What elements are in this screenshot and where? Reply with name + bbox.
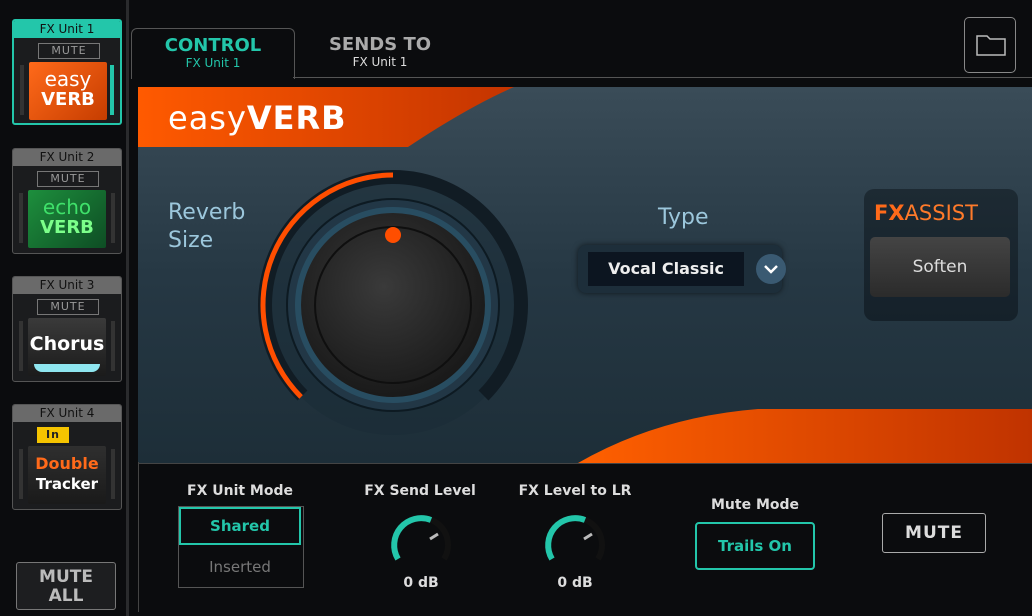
type-value: Vocal Classic <box>588 252 744 286</box>
chorus-thumbnail: Chorus <box>28 318 106 376</box>
chevron-down-icon[interactable] <box>756 254 786 284</box>
mute-indicator: MUTE <box>37 171 99 187</box>
thumbnail-wave <box>34 364 100 372</box>
level-meter <box>19 193 23 243</box>
thumbnail-text-top: Chorus <box>29 333 105 355</box>
fx-level-to-lr-value: 0 dB <box>557 575 593 591</box>
level-meter <box>19 449 23 499</box>
fx-assist-bold: FX <box>874 201 905 225</box>
mute-indicator: MUTE <box>38 43 100 59</box>
mute-button[interactable]: MUTE <box>882 513 986 553</box>
reverb-size-label: Reverb Size <box>168 199 245 255</box>
easyverb-logo: easyVERB <box>168 99 347 137</box>
easyverb-thumbnail: easy VERB <box>29 62 107 120</box>
fx-level-to-lr-label: FX Level to LR <box>518 483 632 499</box>
tab-sends-sub: FX Unit 1 <box>352 55 408 69</box>
fx-send-level-knob[interactable] <box>386 507 456 577</box>
thumbnail-text-bottom: VERB <box>40 217 94 238</box>
fx-send-level-value: 0 dB <box>403 575 439 591</box>
thumbnail-text-top: Double <box>35 454 99 473</box>
echoverb-thumbnail: echo VERB <box>28 190 106 248</box>
mute-all-label-1: MUTE <box>39 567 93 587</box>
fx-unit-title: FX Unit 4 <box>13 405 121 422</box>
doubletracker-thumbnail: Double Tracker <box>28 446 106 504</box>
fx-assist-title: FXASSIST <box>874 201 978 225</box>
fx-assist-rest: ASSIST <box>904 201 978 225</box>
fx-unit-title: FX Unit 2 <box>13 149 121 166</box>
fx-unit-mode-selector: Shared Inserted <box>178 506 304 588</box>
fx-unit-2-card[interactable]: FX Unit 2 MUTE echo VERB <box>12 148 122 254</box>
thumbnail-text-bottom: VERB <box>41 89 95 110</box>
mute-all-label-2: ALL <box>48 586 84 606</box>
mute-mode-label: Mute Mode <box>710 497 800 513</box>
control-panel: easyVERB Reverb Size Type Vocal Classic … <box>138 87 1032 463</box>
in-indicator: In <box>37 427 69 443</box>
fx-unit-mode-label: FX Unit Mode <box>187 483 293 499</box>
thumbnail-text-bottom: Tracker <box>35 475 99 493</box>
level-meter <box>111 321 115 371</box>
level-meter <box>110 65 114 115</box>
brand-bold: VERB <box>246 99 347 137</box>
folder-button[interactable] <box>964 17 1016 73</box>
fx-send-level-label: FX Send Level <box>364 483 476 499</box>
tab-control-label: CONTROL <box>164 35 262 56</box>
fx-unit-4-card[interactable]: FX Unit 4 In Double Tracker <box>12 404 122 510</box>
mute-all-button[interactable]: MUTE ALL <box>16 562 116 610</box>
wave-shape <box>578 409 1032 463</box>
reverb-label-line1: Reverb <box>168 200 246 225</box>
type-select[interactable]: Vocal Classic <box>578 245 786 293</box>
soften-button[interactable]: Soften <box>870 237 1010 297</box>
trails-on-button[interactable]: Trails On <box>695 522 815 570</box>
brand-light: easy <box>168 99 247 137</box>
mode-inserted-button[interactable]: Inserted <box>179 549 301 587</box>
sidebar-divider <box>126 0 129 616</box>
fx-level-to-lr-knob[interactable] <box>540 507 610 577</box>
fx-unit-3-card[interactable]: FX Unit 3 MUTE Chorus <box>12 276 122 382</box>
bottom-divider <box>138 462 142 612</box>
tab-control[interactable]: CONTROL FX Unit 1 <box>131 28 295 79</box>
tab-sends-to[interactable]: SENDS TO FX Unit 1 <box>300 28 460 78</box>
level-meter <box>19 321 23 371</box>
tab-baseline <box>293 77 1032 78</box>
fx-assist-panel: FXASSIST Soften <box>864 189 1018 321</box>
reverb-label-line2: Size <box>168 228 214 253</box>
thumbnail-text-top: echo <box>42 195 92 219</box>
tab-sends-label: SENDS TO <box>328 34 432 55</box>
tab-control-sub: FX Unit 1 <box>185 56 241 70</box>
folder-icon <box>976 35 1006 56</box>
mode-shared-button[interactable]: Shared <box>179 507 301 545</box>
level-meter <box>111 449 115 499</box>
fx-unit-title: FX Unit 3 <box>13 277 121 294</box>
reverb-size-knob[interactable] <box>298 183 488 433</box>
mute-indicator: MUTE <box>37 299 99 315</box>
level-meter <box>20 65 24 115</box>
type-label: Type <box>658 205 709 230</box>
fx-unit-title: FX Unit 1 <box>14 21 120 38</box>
fx-unit-1-card[interactable]: FX Unit 1 MUTE easy VERB <box>12 19 122 125</box>
level-meter <box>111 193 115 243</box>
thumbnail-text-top: easy <box>44 67 92 91</box>
